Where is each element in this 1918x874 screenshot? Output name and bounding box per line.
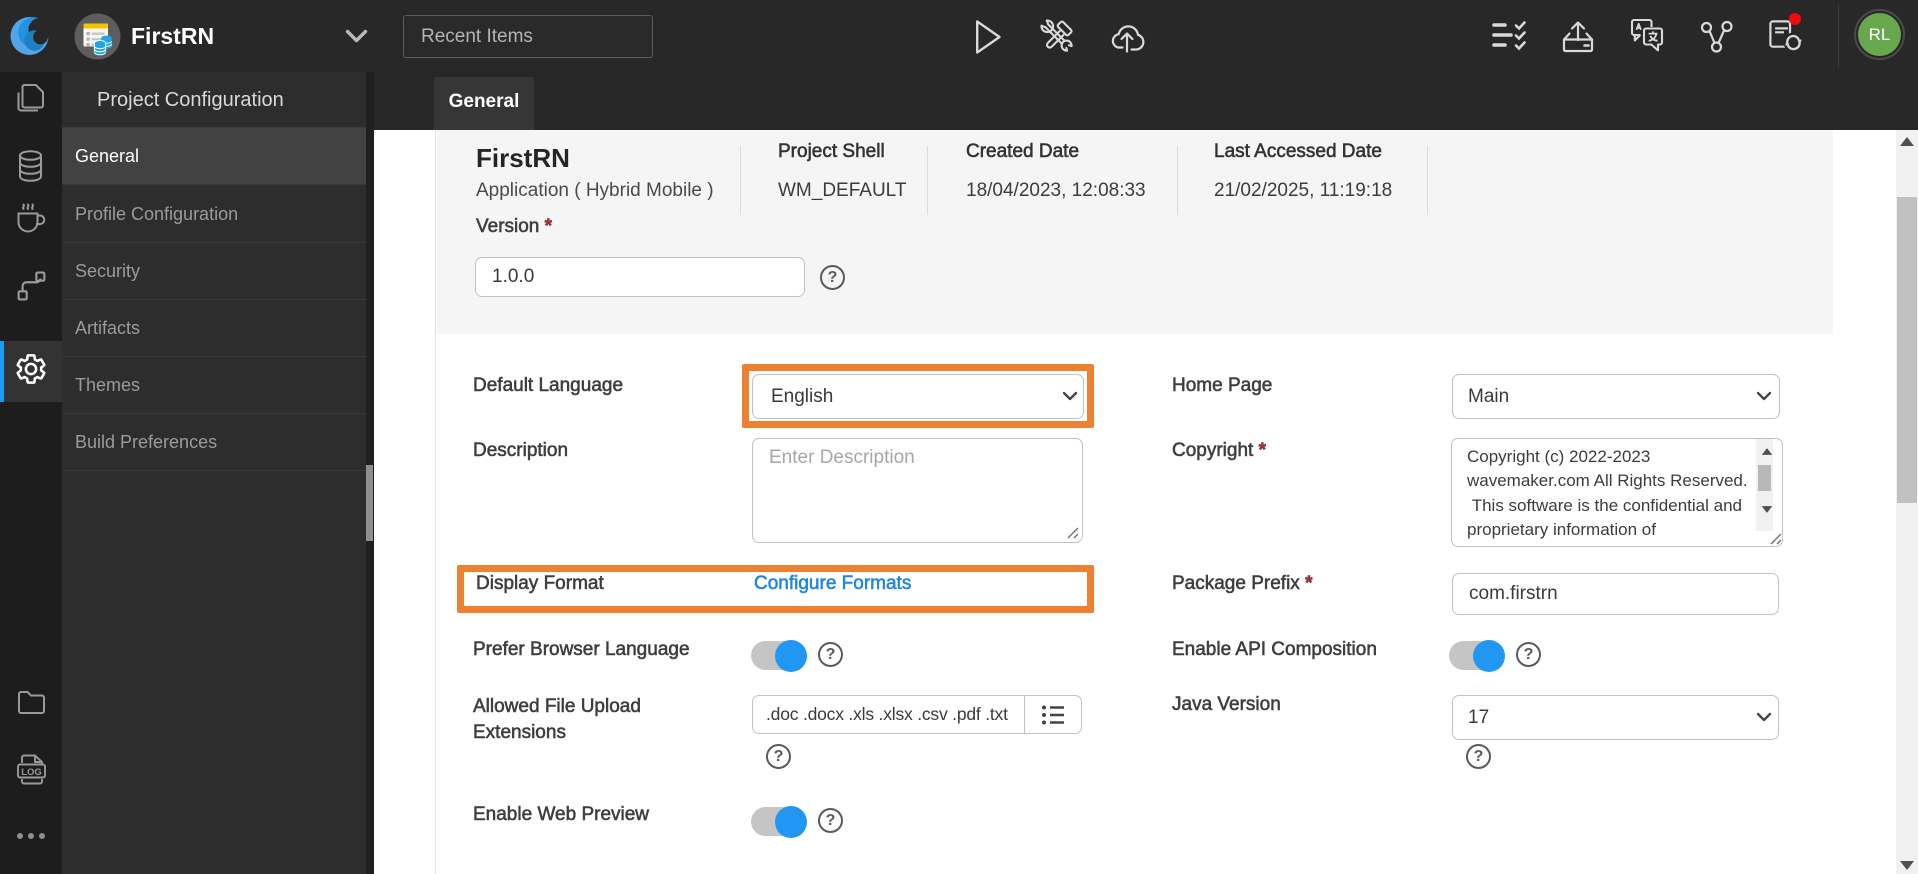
svg-text:LOG: LOG [21,767,42,778]
